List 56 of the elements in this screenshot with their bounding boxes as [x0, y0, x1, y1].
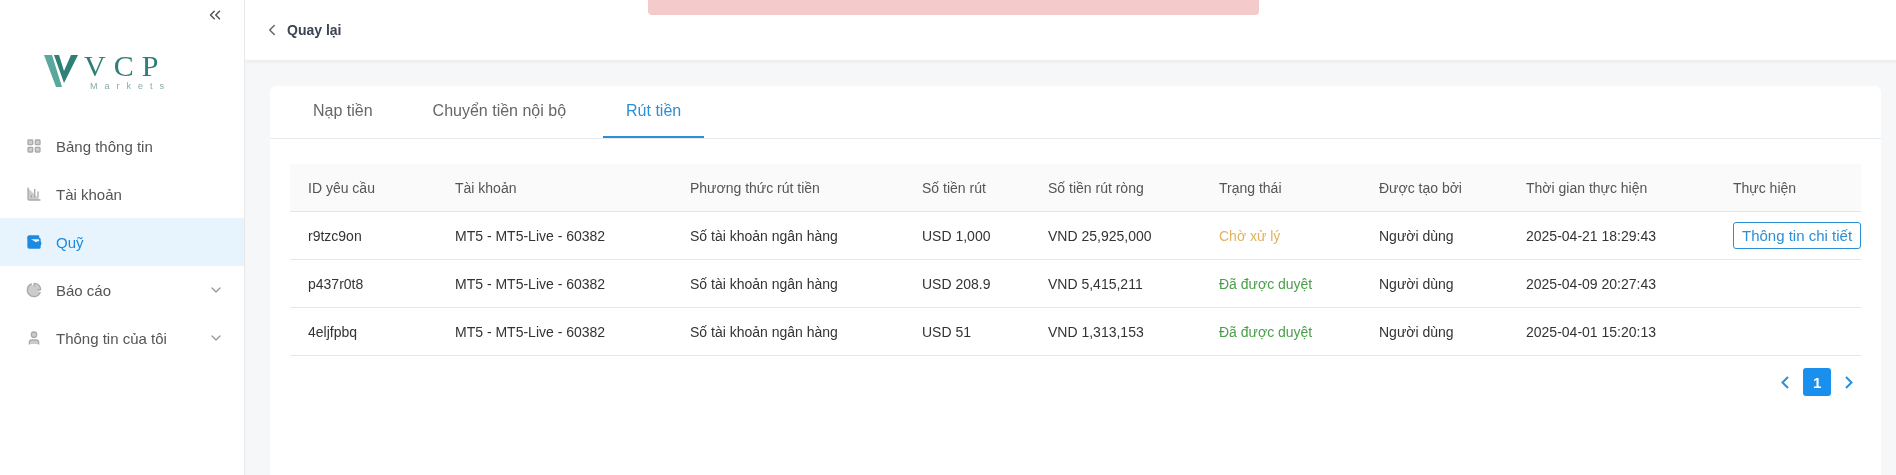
table-cell-text: VND 25,925,000: [1048, 227, 1153, 244]
tab[interactable]: Chuyển tiền nội bộ: [409, 86, 590, 138]
pie-chart-icon: [26, 282, 42, 298]
sidebar-item[interactable]: Bảng thông tin: [0, 122, 244, 170]
sidebar-item[interactable]: Tài khoản: [0, 170, 244, 218]
sidebar-item[interactable]: Báo cáo: [0, 266, 244, 314]
table-cell-text: Số tài khoản ngân hàng: [690, 323, 839, 340]
column-header: Số tiền rút ròng: [1048, 179, 1145, 196]
page-button[interactable]: 1: [1803, 368, 1832, 396]
logo-icon: [44, 53, 80, 89]
column-header: Tài khoản: [455, 179, 518, 196]
table-cell-text: MT5 - MT5-Live - 60382: [455, 227, 607, 244]
logo-tagline: Markets: [90, 81, 171, 91]
table-cell-text: USD 208.9: [922, 275, 992, 292]
column-header: Phương thức rút tiền: [690, 179, 821, 196]
column-header: Được tạo bởi: [1379, 179, 1463, 196]
table-cell-text: MT5 - MT5-Live - 60382: [455, 323, 607, 340]
column-header: Trạng thái: [1219, 179, 1283, 196]
table-cell-text: 2025-04-09 20:27:43: [1526, 275, 1657, 292]
table-cell-text: USD 1,000: [922, 227, 992, 244]
column-header: ID yêu cầu: [308, 179, 376, 196]
table-cell-text: 4eljfpbq: [308, 323, 359, 340]
logo-name: VCP: [84, 51, 168, 81]
table-cell-text: Số tài khoản ngân hàng: [690, 275, 839, 292]
table-cell-text: 2025-04-01 15:20:13: [1526, 323, 1657, 340]
table-cell-text: Số tài khoản ngân hàng: [690, 227, 839, 244]
table-cell-text: MT5 - MT5-Live - 60382: [455, 275, 607, 292]
grid-icon: [26, 138, 42, 154]
table-cell-text: Người dùng: [1379, 323, 1455, 340]
table-cell-text: p437r0t8: [308, 275, 365, 292]
tab[interactable]: Rút tiền: [603, 86, 705, 138]
chevron-right-icon: [1845, 375, 1854, 389]
table-cell-text: VND 5,415,211: [1048, 275, 1144, 292]
details-button[interactable]: Thông tin chi tiết: [1733, 222, 1862, 249]
sidebar-item[interactable]: Thông tin của tôi: [0, 314, 244, 362]
user-icon: [26, 330, 42, 346]
tab[interactable]: Nạp tiền: [290, 86, 396, 138]
chevron-left-icon: [1781, 375, 1790, 389]
sidebar-item[interactable]: Quỹ: [0, 218, 244, 266]
table-cell-text: Người dùng: [1379, 275, 1455, 292]
table-cell-text: VND 1,313,153: [1048, 323, 1145, 340]
table-cell-text: 2025-04-21 18:29:43: [1526, 227, 1657, 244]
bars-icon: [26, 186, 42, 202]
status-text: Chờ xử lý: [1219, 227, 1282, 244]
table-cell-text: Người dùng: [1379, 227, 1455, 244]
status-text: Đã được duyệt: [1219, 323, 1314, 340]
back-link[interactable]: Quay lại: [263, 21, 342, 39]
column-header: Số tiền rút: [922, 179, 987, 196]
next-page-button[interactable]: [1845, 375, 1854, 389]
column-header: Thời gian thực hiện: [1526, 179, 1649, 196]
table-cell-text: r9tzc9on: [308, 227, 363, 244]
column-header: Thực hiện: [1733, 179, 1798, 196]
table-cell-text: USD 51: [922, 323, 973, 340]
status-text: Đã được duyệt: [1219, 275, 1314, 292]
wallet-icon: [26, 234, 42, 250]
previous-page-button[interactable]: [1781, 375, 1790, 389]
